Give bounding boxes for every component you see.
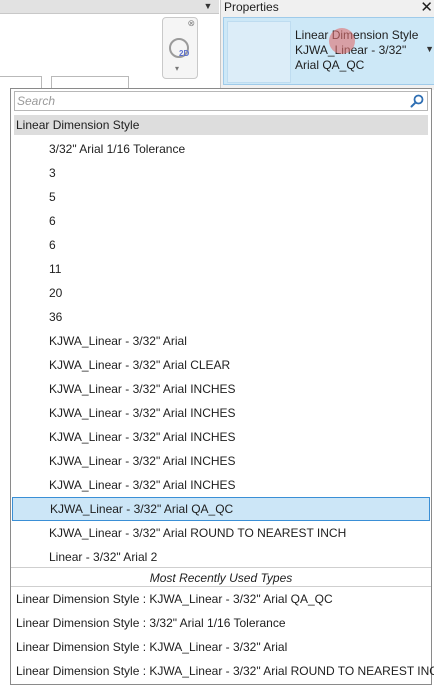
list-item[interactable]: 36 bbox=[11, 305, 431, 329]
list-item-selected[interactable]: KJWA_Linear - 3/32" Arial QA_QC bbox=[12, 497, 430, 521]
list-item[interactable]: KJWA_Linear - 3/32" Arial INCHES bbox=[11, 425, 431, 449]
list-item[interactable]: 11 bbox=[11, 257, 431, 281]
list-item[interactable]: 3/32" Arial 1/16 Tolerance bbox=[11, 137, 431, 161]
list-item[interactable]: Linear - 3/32" Arial 2 bbox=[11, 545, 431, 569]
mru-item[interactable]: Linear Dimension Style : 3/32" Arial 1/1… bbox=[11, 611, 431, 635]
drawing-canvas[interactable]: ▼ ⊗ 2D ▾ bbox=[0, 0, 219, 93]
view-2d-label: 2D bbox=[179, 49, 190, 58]
list-item[interactable]: 6 bbox=[11, 233, 431, 257]
close-icon[interactable]: ✕ bbox=[420, 0, 433, 16]
type-selector[interactable]: Linear Dimension Style KJWA_Linear - 3/3… bbox=[223, 17, 434, 85]
panel-menu-arrow-icon[interactable]: ▼ bbox=[200, 0, 216, 13]
list-item[interactable]: KJWA_Linear - 3/32" Arial ROUND TO NEARE… bbox=[11, 521, 431, 545]
type-preview-image bbox=[227, 21, 291, 83]
list-item[interactable]: KJWA_Linear - 3/32" Arial bbox=[11, 329, 431, 353]
current-type-label: Linear Dimension Style KJWA_Linear - 3/3… bbox=[295, 28, 419, 72]
list-item[interactable]: KJWA_Linear - 3/32" Arial INCHES bbox=[11, 377, 431, 401]
list-item[interactable]: 3 bbox=[11, 161, 431, 185]
list-item[interactable]: KJWA_Linear - 3/32" Arial INCHES bbox=[11, 449, 431, 473]
chevron-down-icon[interactable]: ▾ bbox=[175, 64, 179, 73]
list-item[interactable]: 5 bbox=[11, 185, 431, 209]
family-group-header: Linear Dimension Style bbox=[14, 115, 428, 135]
mru-list: Linear Dimension Style : KJWA_Linear - 3… bbox=[11, 587, 434, 683]
search-box[interactable] bbox=[14, 91, 428, 111]
mru-section-header: Most Recently Used Types bbox=[11, 567, 431, 587]
list-item[interactable]: 6 bbox=[11, 209, 431, 233]
list-item[interactable]: KJWA_Linear - 3/32" Arial INCHES bbox=[11, 401, 431, 425]
view-control-widget[interactable]: ⊗ 2D ▾ bbox=[162, 17, 198, 79]
chevron-down-icon[interactable]: ▼ bbox=[425, 44, 434, 54]
search-icon[interactable] bbox=[410, 94, 424, 108]
properties-panel: Properties ✕ Linear Dimension Style KJWA… bbox=[220, 0, 434, 90]
canvas-title-bar: ▼ bbox=[0, 0, 219, 14]
type-dropdown-list: Linear Dimension Style 3/32" Arial 1/16 … bbox=[10, 88, 434, 685]
type-list: 3/32" Arial 1/16 Tolerance 3 5 6 6 11 20 36 KJWA… bbox=[11, 137, 431, 569]
mru-item[interactable]: Linear Dimension Style : KJWA_Linear - 3… bbox=[11, 659, 434, 683]
panel-title: Properties bbox=[224, 0, 279, 14]
list-item[interactable]: KJWA_Linear - 3/32" Arial INCHES bbox=[11, 473, 431, 497]
list-item[interactable]: 20 bbox=[11, 281, 431, 305]
close-icon[interactable]: ⊗ bbox=[187, 18, 195, 29]
search-input[interactable] bbox=[17, 93, 407, 109]
mru-item[interactable]: Linear Dimension Style : KJWA_Linear - 3… bbox=[11, 635, 431, 659]
list-item[interactable]: KJWA_Linear - 3/32" Arial CLEAR bbox=[11, 353, 431, 377]
mru-item[interactable]: Linear Dimension Style : KJWA_Linear - 3… bbox=[11, 587, 431, 611]
cursor-highlight bbox=[329, 28, 355, 54]
